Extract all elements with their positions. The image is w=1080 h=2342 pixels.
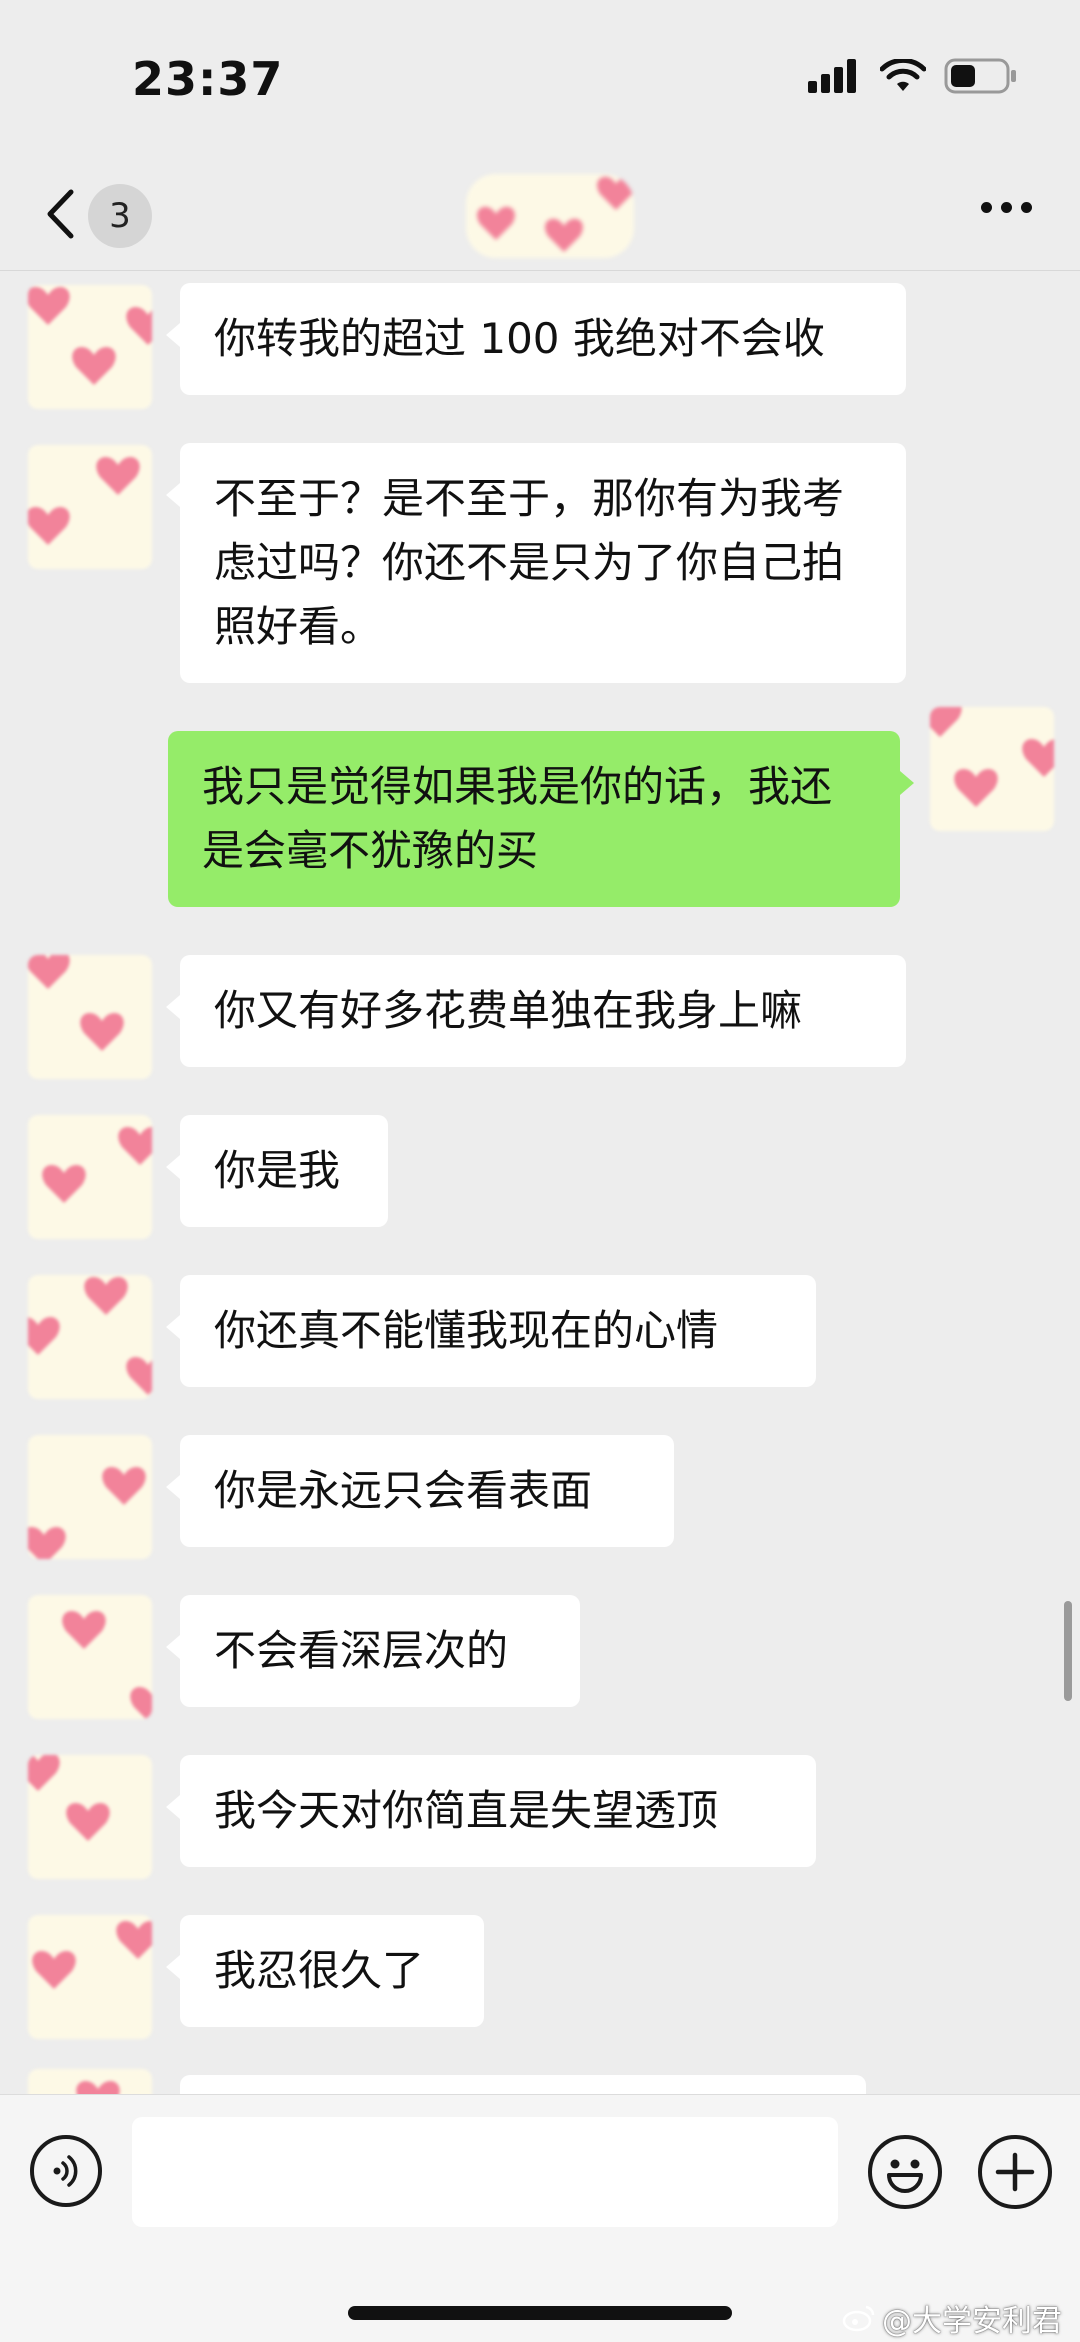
- watermark: @大学安利君: [842, 2296, 1062, 2340]
- contact-avatar[interactable]: [28, 1755, 152, 1879]
- my-avatar[interactable]: [930, 707, 1054, 831]
- message-bubble-incoming[interactable]: 你转我的超过 100 我绝对不会收: [166, 283, 906, 395]
- contact-avatar[interactable]: [28, 1435, 152, 1559]
- scrollbar-thumb[interactable]: [1064, 1601, 1072, 1701]
- wifi-icon: [880, 59, 926, 91]
- message-bubble-incoming[interactable]: 不会看深层次的: [166, 1595, 580, 1707]
- message-bubble-incoming[interactable]: 我忍很久了: [166, 1915, 484, 2027]
- weibo-logo-icon: [842, 2305, 875, 2332]
- contact-name-blurred: [466, 174, 634, 258]
- contact-avatar[interactable]: [28, 1915, 152, 2039]
- back-button[interactable]: [40, 182, 80, 246]
- message-bubble-incoming[interactable]: 我今天对你简直是失望透顶: [166, 1755, 816, 1867]
- message-bubble-outgoing[interactable]: 我只是觉得如果我是你的话，我还是会毫不犹豫的买: [168, 731, 914, 907]
- message-bubble-incoming[interactable]: 你又有好多花费单独在我身上嘛: [166, 955, 906, 1067]
- more-dots-icon: [981, 202, 992, 213]
- contact-avatar[interactable]: [28, 1275, 152, 1399]
- message-bubble-incoming[interactable]: 你是我: [166, 1115, 388, 1227]
- message-list[interactable]: 你转我的超过 100 我绝对不会收 不至于？是不至于，那你有为我考虑过吗？你还不…: [0, 271, 1080, 2094]
- emoji-icon: [887, 2159, 923, 2193]
- watermark-text: @大学安利君: [882, 2304, 1062, 2339]
- contact-avatar[interactable]: [28, 2069, 152, 2094]
- contact-avatar[interactable]: [28, 285, 152, 409]
- status-icons: [808, 58, 1018, 94]
- voice-icon: [53, 2155, 78, 2187]
- battery-icon: [944, 58, 1016, 94]
- contact-avatar[interactable]: [28, 1115, 152, 1239]
- voice-input-button[interactable]: [30, 2135, 102, 2207]
- contact-avatar[interactable]: [28, 1595, 152, 1719]
- more-functions-button[interactable]: [978, 2135, 1052, 2209]
- contact-avatar[interactable]: [28, 445, 152, 569]
- message-bubble-incoming[interactable]: 你是永远只会看表面: [166, 1435, 674, 1547]
- chevron-left-icon: [47, 189, 74, 239]
- status-time: 23:37: [132, 52, 284, 106]
- message-bubble-incoming[interactable]: [180, 2075, 866, 2094]
- plus-icon: [995, 2152, 1035, 2192]
- status-bar: 23:37: [0, 0, 1080, 160]
- message-input[interactable]: [132, 2117, 838, 2227]
- chat-header: 3: [0, 160, 1080, 271]
- unread-count-badge[interactable]: 3: [88, 184, 152, 248]
- home-indicator[interactable]: [348, 2306, 732, 2320]
- contact-avatar[interactable]: [28, 955, 152, 1079]
- signal-icon: [808, 59, 856, 93]
- message-bubble-incoming[interactable]: 不至于？是不至于，那你有为我考虑过吗？你还不是只为了你自己拍照好看。: [166, 443, 906, 683]
- more-options-button[interactable]: [981, 202, 1032, 213]
- emoji-button[interactable]: [868, 2135, 942, 2209]
- message-bubble-incoming[interactable]: 你还真不能懂我现在的心情: [166, 1275, 816, 1387]
